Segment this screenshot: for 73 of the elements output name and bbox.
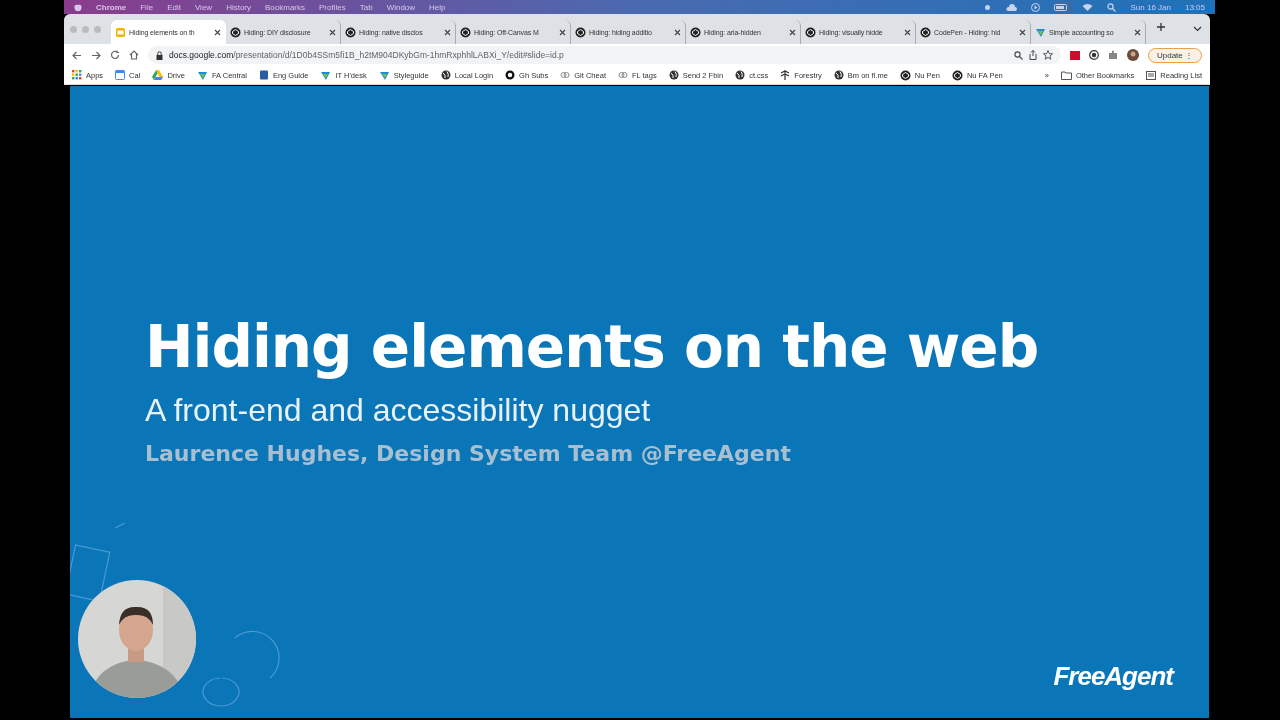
globe-icon	[735, 70, 746, 80]
menu-item[interactable]: Tab	[359, 2, 373, 12]
record-icon[interactable]	[1088, 50, 1099, 60]
cube-icon	[951, 69, 963, 81]
wifi-icon[interactable]	[1082, 3, 1094, 11]
cube-icon	[230, 26, 241, 38]
close-icon[interactable]	[444, 28, 451, 36]
folder-icon	[1060, 70, 1072, 80]
close-icon[interactable]	[329, 28, 336, 36]
link-icon	[617, 70, 628, 80]
address-bar[interactable]: docs.google.com/presentation/d/1D0b4SSm5fi1B_h2tM904DKybGm-1hmRxphhlLABXi_Y/edit#slide=id.p	[148, 46, 1061, 64]
list-icon	[1146, 70, 1157, 80]
forward-icon[interactable]	[91, 50, 101, 60]
leaf-icon	[1035, 26, 1046, 38]
close-icon[interactable]	[904, 28, 911, 36]
home-icon[interactable]	[129, 50, 139, 60]
close-icon[interactable]	[1019, 28, 1026, 36]
cube-icon	[899, 69, 911, 81]
puzzle-icon[interactable]	[1107, 50, 1118, 60]
calendar-icon	[115, 70, 126, 80]
grid-icon	[72, 70, 82, 80]
slide-subtitle: A front-end and accessibility nugget	[145, 392, 652, 429]
globe-icon	[833, 70, 844, 80]
menu-item[interactable]: Profiles	[319, 2, 346, 12]
reload-icon[interactable]	[110, 50, 120, 60]
link-icon	[560, 70, 571, 80]
menu-item[interactable]: Window	[386, 2, 416, 12]
leaf-icon	[320, 69, 332, 81]
tree-icon	[780, 70, 791, 80]
search-icon[interactable]	[1107, 2, 1117, 12]
close-icon[interactable]	[1134, 28, 1141, 36]
star-icon[interactable]	[1042, 50, 1053, 60]
slide-author: Laurence Hughes, Design System Team @FreeAgent	[145, 441, 792, 466]
menu-item[interactable]: Help	[429, 2, 446, 12]
lock-icon	[156, 50, 163, 60]
back-icon[interactable]	[72, 50, 82, 60]
menu-item[interactable]: Bookmarks	[265, 2, 306, 12]
share-icon[interactable]	[1028, 50, 1037, 60]
menu-item[interactable]: History	[226, 2, 251, 12]
cube-icon	[805, 26, 816, 38]
logo: FreeAgent	[1053, 661, 1173, 692]
cube-icon	[460, 26, 471, 38]
play-icon[interactable]	[1031, 2, 1041, 12]
new-tab-icon[interactable]	[1156, 22, 1166, 32]
extension-icon[interactable]	[1069, 50, 1080, 60]
menu-item[interactable]: Edit	[167, 2, 181, 12]
close-icon[interactable]	[214, 28, 221, 36]
close-icon[interactable]	[674, 28, 681, 36]
close-icon[interactable]	[789, 28, 796, 36]
zoom-icon[interactable]	[1013, 50, 1023, 60]
battery-icon[interactable]	[1054, 3, 1069, 11]
chevron-icon[interactable]	[1193, 26, 1202, 32]
cloud-icon[interactable]	[1006, 3, 1018, 11]
close-icon[interactable]	[559, 28, 566, 36]
cube-icon	[575, 26, 586, 38]
menu-item[interactable]: View	[194, 2, 213, 12]
book-icon	[258, 70, 269, 80]
update-button[interactable]: Update ⋮	[1147, 47, 1202, 63]
menu-item[interactable]: Chrome	[96, 2, 127, 12]
menu-item[interactable]: File	[140, 2, 154, 12]
globe-icon	[668, 70, 679, 80]
leaf-icon	[378, 69, 390, 81]
apple-icon[interactable]	[74, 2, 82, 12]
url-text: docs.google.com/presentation/d/1D0b4SSm5fi1B_h2tM904DKybGm-1hmRxphhlLABXi_Y/edit#slide=id.p	[169, 50, 564, 60]
avatar-icon[interactable]	[1126, 49, 1139, 61]
cube-icon	[345, 26, 356, 38]
globe-icon	[440, 70, 451, 80]
cube-icon	[920, 26, 931, 38]
leaf-icon	[196, 69, 208, 81]
sun-icon[interactable]	[983, 2, 993, 12]
slides-icon	[115, 26, 126, 38]
cube-icon	[690, 26, 701, 38]
triangle-icon	[152, 70, 164, 80]
